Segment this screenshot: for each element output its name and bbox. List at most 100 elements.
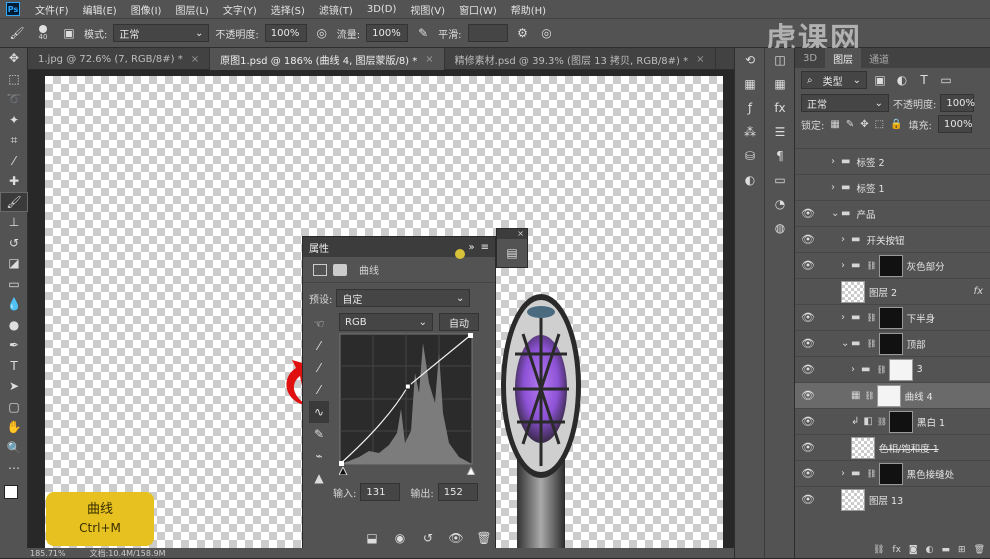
layer-row[interactable]: 👁 图层 13 <box>795 486 990 512</box>
tab-3d[interactable]: 3D <box>795 48 825 68</box>
black-point-eyedropper-icon[interactable]: ⁄ <box>309 335 329 357</box>
layer-name[interactable]: 下半身 <box>907 311 936 325</box>
layer-name[interactable]: 标签 1 <box>856 181 884 195</box>
trash-icon[interactable]: 🗑 <box>475 529 493 547</box>
link-icon[interactable]: ⛓ <box>877 417 887 426</box>
menu-file[interactable]: 文件(F) <box>28 2 76 17</box>
histogram-warning-icon[interactable]: ▲ <box>309 467 329 489</box>
smooth-curve-icon[interactable]: ⌁ <box>309 445 329 467</box>
output-field[interactable]: 152 <box>437 483 478 501</box>
visibility-eye-icon[interactable]: 👁 <box>795 441 821 454</box>
reset-icon[interactable]: ↺ <box>419 529 437 547</box>
eyedropper-tool-icon[interactable]: ⁄ <box>0 151 28 172</box>
zoom-tool-icon[interactable]: 🔍 <box>0 438 28 459</box>
visibility-icon[interactable]: 👁 <box>447 529 465 547</box>
white-point-eyedropper-icon[interactable]: ⁄ <box>309 379 329 401</box>
expand-chevron-icon[interactable]: › <box>831 156 841 167</box>
type-tool-icon[interactable]: T <box>0 356 28 377</box>
layer-thumbnail[interactable] <box>851 436 875 459</box>
layer-row[interactable]: 👁 色相/饱和度 1 <box>795 434 990 460</box>
expand-chevron-icon[interactable]: › <box>841 312 851 323</box>
brush-panel-icon[interactable]: ⁂ <box>735 120 765 144</box>
filter-shape-icon[interactable]: ▭ <box>937 71 955 89</box>
layer-row[interactable]: 👁 ▦ ⛓ 曲线 4 <box>795 382 990 408</box>
lock-artboard-icon[interactable]: ⬚ <box>875 119 884 130</box>
layer-name[interactable]: 开关按钮 <box>866 233 904 247</box>
histogram-icon[interactable]: ▤ <box>497 239 527 267</box>
gray-point-eyedropper-icon[interactable]: ⁄ <box>309 357 329 379</box>
channel-select[interactable]: RGB ⌄ <box>339 313 433 331</box>
properties-header[interactable]: 属性 » ≡ <box>303 237 495 257</box>
layer-row[interactable]: 图层 2 fx <box>795 278 990 304</box>
menu-image[interactable]: 图像(I) <box>124 2 169 17</box>
link-icon[interactable]: ⛓ <box>866 469 876 478</box>
curve-edit-icon[interactable]: ∿ <box>309 401 329 423</box>
blur-tool-icon[interactable]: 💧 <box>0 294 28 315</box>
layer-name[interactable]: 3 <box>917 364 923 375</box>
layer-name[interactable]: 灰色部分 <box>907 259 945 273</box>
history-brush-tool-icon[interactable]: ↺ <box>0 233 28 254</box>
tab-doc-3[interactable]: 精修素材.psd @ 39.3% (图层 13 拷贝, RGB/8#) * × <box>445 48 716 70</box>
visibility-eye-icon[interactable]: 👁 <box>795 233 821 246</box>
input-gradient-slider[interactable] <box>339 467 475 475</box>
menu-view[interactable]: 视图(V) <box>403 2 452 17</box>
fill-field[interactable]: 100% <box>937 115 972 133</box>
filter-pixel-icon[interactable]: ▣ <box>871 71 889 89</box>
target-adjust-icon[interactable]: ☜ <box>309 313 329 335</box>
marquee-tool-icon[interactable]: ⬚ <box>0 69 28 90</box>
visibility-eye-icon[interactable]: 👁 <box>795 259 821 272</box>
preset-select[interactable]: 自定 ⌄ <box>336 289 471 307</box>
tab-layers[interactable]: 图层 <box>825 48 862 68</box>
layer-opacity-field[interactable]: 100% <box>940 94 975 112</box>
flow-field[interactable]: 100% <box>366 24 409 42</box>
panel-menu-icon[interactable]: ≡ <box>481 242 489 253</box>
link-icon[interactable]: ⛓ <box>864 391 874 400</box>
curves-adjust-icon[interactable] <box>313 263 327 276</box>
expand-chevron-icon[interactable]: ⌄ <box>831 208 841 219</box>
layer-row[interactable]: 👁 › ▬ ⛓ 灰色部分 <box>795 252 990 278</box>
color-swatches[interactable] <box>0 479 27 519</box>
visibility-eye-icon[interactable]: 👁 <box>795 311 821 324</box>
mask-thumbnail[interactable] <box>878 332 903 355</box>
layer-row[interactable]: 👁 ↲ ◧ ⛓ 黑白 1 <box>795 408 990 434</box>
layer-name[interactable]: 图层 13 <box>869 493 903 507</box>
menu-layer[interactable]: 图层(L) <box>168 2 215 17</box>
path-select-tool-icon[interactable]: ➤ <box>0 376 28 397</box>
mask-thumbnail[interactable] <box>889 410 913 433</box>
layer-name[interactable]: 标签 2 <box>856 155 884 169</box>
close-icon[interactable]: × <box>696 54 704 65</box>
foreground-color-swatch[interactable] <box>4 484 18 499</box>
visibility-eye-icon[interactable]: 👁 <box>795 337 821 350</box>
gradient-tool-icon[interactable]: ▭ <box>0 274 28 295</box>
new-group-icon[interactable]: ▬ <box>942 545 951 555</box>
layer-name[interactable]: 产品 <box>856 207 875 221</box>
paragraph-icon[interactable]: ¶ <box>765 144 795 168</box>
expand-chevron-icon[interactable]: › <box>841 468 851 479</box>
grid-icon[interactable]: ▦ <box>765 72 795 96</box>
add-mask-icon[interactable]: ◙ <box>909 545 918 555</box>
mask-thumbnail[interactable] <box>878 254 903 277</box>
mode-select[interactable]: 正常 ⌄ <box>113 24 210 42</box>
gear-icon[interactable]: ⚙ <box>514 24 532 42</box>
brush-tool-icon[interactable]: 🖌 <box>8 24 26 42</box>
mask-thumbnail[interactable] <box>888 358 913 381</box>
pencil-icon[interactable]: ✎ <box>309 423 329 445</box>
sliders-icon[interactable]: ☰ <box>765 120 795 144</box>
fx-icon[interactable]: fx <box>974 286 983 297</box>
link-icon[interactable]: ⛓ <box>866 313 876 322</box>
adjustments-icon[interactable]: ◐ <box>735 168 765 192</box>
menu-filter[interactable]: 滤镜(T) <box>312 2 360 17</box>
visibility-eye-icon[interactable]: 👁 <box>795 493 821 506</box>
sphere-icon[interactable]: ◍ <box>765 216 795 240</box>
collapse-icon[interactable]: » <box>468 242 474 253</box>
trash-icon[interactable]: 🗑 <box>974 545 985 555</box>
layer-name[interactable]: 顶部 <box>907 337 926 351</box>
expand-chevron-icon[interactable]: › <box>841 234 851 245</box>
layer-name[interactable]: 黑白 1 <box>917 415 945 429</box>
input-field[interactable]: 131 <box>360 483 401 501</box>
visibility-eye-icon[interactable]: 👁 <box>795 207 821 220</box>
opacity-field[interactable]: 100% <box>264 24 307 42</box>
link-icon[interactable]: ⛓ <box>873 545 884 555</box>
layer-row[interactable]: 👁 ⌄ ▬ ⛓ 顶部 <box>795 330 990 356</box>
move-tool-icon[interactable]: ✥ <box>0 48 28 69</box>
